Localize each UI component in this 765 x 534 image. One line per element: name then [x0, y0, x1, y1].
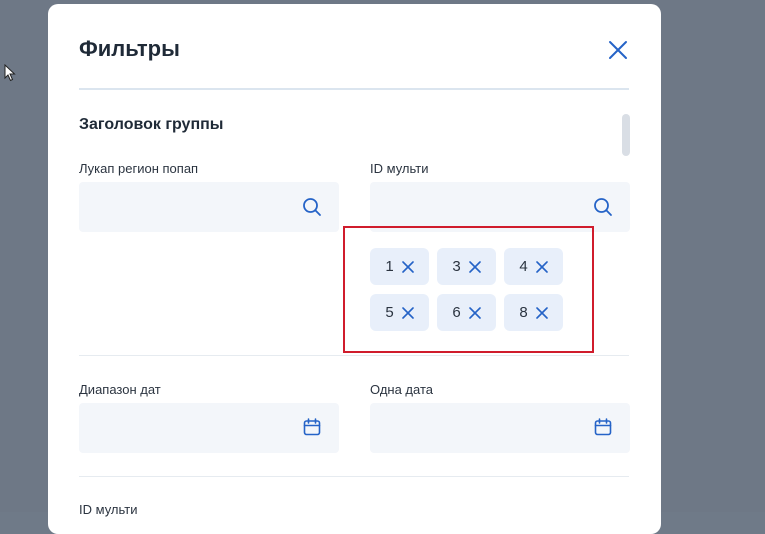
calendar-icon	[594, 418, 612, 436]
mouse-cursor-icon	[4, 64, 16, 82]
close-button[interactable]	[604, 36, 632, 64]
single-date-label: Одна дата	[370, 382, 434, 397]
calendar-icon	[303, 418, 321, 436]
lookup-search-button[interactable]	[301, 196, 323, 218]
section-divider	[79, 355, 629, 356]
scrollbar-thumb[interactable]	[622, 114, 630, 156]
date-range-calendar-button[interactable]	[301, 416, 323, 438]
id-multi-label: ID мульти	[370, 161, 429, 176]
modal-title: Фильтры	[79, 36, 180, 61]
lookup-input[interactable]	[79, 182, 339, 232]
date-range-label: Диапазон дат	[79, 382, 161, 397]
id-multi-input[interactable]	[370, 182, 630, 232]
date-range-input[interactable]	[79, 403, 339, 453]
search-icon	[303, 198, 321, 216]
single-date-calendar-button[interactable]	[592, 416, 614, 438]
single-date-input[interactable]	[370, 403, 630, 453]
close-icon	[609, 41, 627, 59]
section-divider	[79, 476, 629, 477]
filters-modal: Фильтры Заголовок группы Лукап регион по…	[48, 4, 661, 534]
group-title: Заголовок группы	[79, 116, 224, 133]
annotation-highlight-box	[343, 226, 594, 353]
id-multi-search-button[interactable]	[592, 196, 614, 218]
search-icon	[594, 198, 612, 216]
header-divider	[79, 88, 629, 90]
id-multi-2-label: ID мульти	[79, 502, 138, 517]
lookup-label: Лукап регион попап	[79, 161, 199, 176]
